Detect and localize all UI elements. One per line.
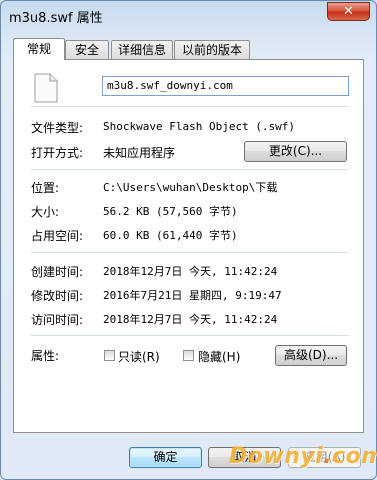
file-type-value: Shockwave Flash Object (.swf)	[103, 120, 296, 133]
modified-label: 修改时间:	[31, 289, 84, 303]
file-type-label: 文件类型:	[31, 121, 84, 135]
location-label: 位置:	[31, 181, 60, 195]
divider	[31, 106, 349, 107]
tab-previous-versions[interactable]: 以前的版本	[174, 40, 250, 59]
watermark-main: Downyi	[229, 444, 324, 469]
attributes-label: 属性:	[31, 349, 60, 363]
properties-window: m3u8.swf 属性 ✕ 常规 安全 详细信息 以前的版本 m3u8.swf_…	[0, 0, 377, 480]
accessed-label: 访问时间:	[31, 313, 84, 327]
tab-details[interactable]: 详细信息	[111, 40, 173, 59]
file-icon	[34, 73, 58, 103]
tab-general[interactable]: 常规	[13, 38, 65, 60]
tab-security[interactable]: 安全	[65, 40, 109, 59]
hidden-label[interactable]: 隐藏(H)	[198, 348, 240, 365]
divider	[31, 169, 349, 170]
modified-value: 2016年7月21日 星期四, 9:19:47	[103, 289, 282, 302]
size-value: 56.2 KB (57,560 字节)	[103, 205, 238, 218]
watermark-dot: .	[323, 444, 333, 469]
size-on-disk-value: 60.0 KB (61,440 字节)	[103, 229, 238, 242]
hidden-checkbox[interactable]	[183, 350, 194, 361]
opens-with-label: 打开方式:	[31, 146, 84, 160]
general-panel	[13, 59, 364, 433]
close-icon: ✕	[343, 4, 354, 19]
divider	[31, 252, 349, 253]
watermark-logo: Downyi.com	[229, 444, 377, 469]
size-label: 大小:	[31, 205, 60, 219]
location-value: C:\Users\wuhan\Desktop\下载	[103, 181, 278, 194]
window-title: m3u8.swf 属性	[9, 11, 103, 26]
created-value: 2018年12月7日 今天, 11:42:24	[103, 265, 278, 278]
title-bar[interactable]: m3u8.swf 属性 ✕	[1, 1, 376, 29]
divider	[31, 335, 349, 336]
created-label: 创建时间:	[31, 265, 84, 279]
accessed-value: 2018年12月7日 今天, 11:42:24	[103, 313, 278, 326]
readonly-label[interactable]: 只读(R)	[118, 348, 160, 365]
close-button[interactable]: ✕	[327, 2, 370, 21]
size-on-disk-label: 占用空间:	[31, 229, 84, 243]
advanced-button[interactable]: 高级(D)...	[275, 345, 347, 366]
change-button[interactable]: 更改(C)...	[244, 141, 347, 162]
opens-with-value: 未知应用程序	[103, 146, 176, 160]
readonly-checkbox[interactable]	[104, 350, 115, 361]
watermark-tld: com	[332, 444, 377, 469]
ok-button[interactable]: 确定	[129, 447, 202, 468]
file-name-field[interactable]: m3u8.swf_downyi.com	[102, 76, 349, 96]
